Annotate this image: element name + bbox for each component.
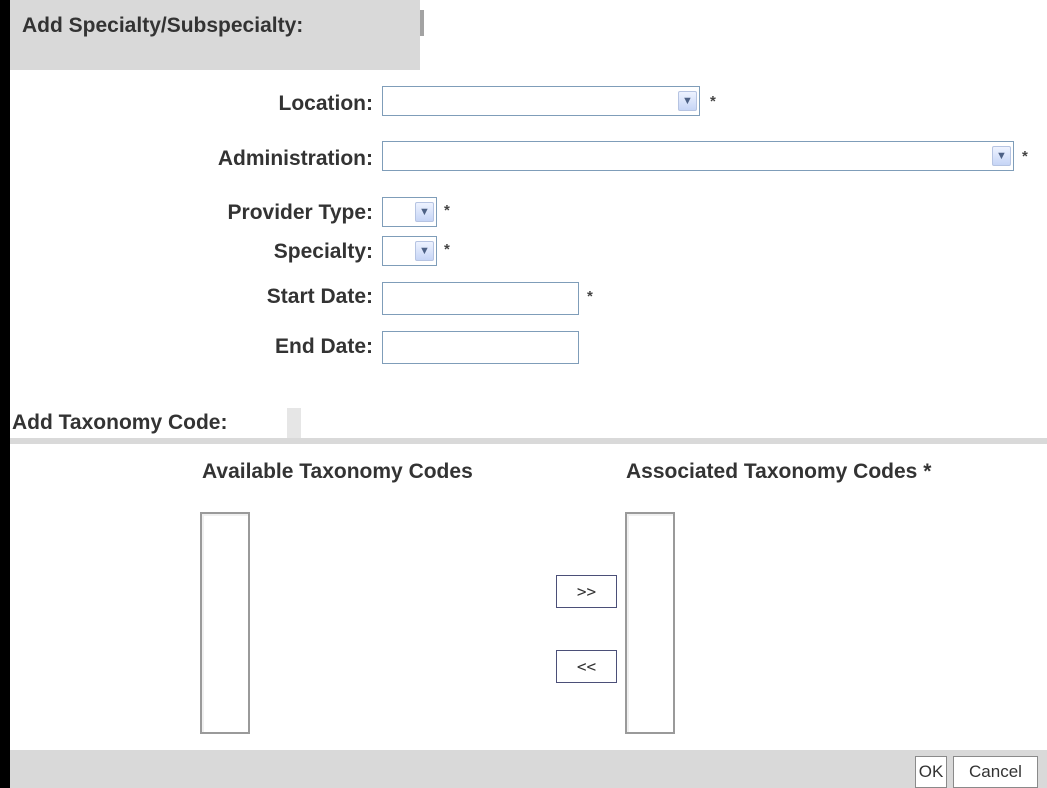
ok-button[interactable]: OK [915, 756, 947, 788]
end-date-field[interactable] [382, 331, 579, 364]
provider-type-required-marker: * [444, 202, 450, 219]
associated-codes-listbox[interactable] [625, 512, 675, 734]
location-required-marker: * [710, 93, 716, 110]
administration-label: Administration: [217, 147, 373, 170]
end-date-label: End Date: [274, 335, 373, 358]
start-date-field[interactable] [382, 282, 579, 315]
administration-required-marker: * [1022, 148, 1028, 165]
specialty-required-marker: * [444, 241, 450, 258]
section-header-specialty: Add Specialty/Subspecialty: [10, 0, 420, 70]
location-label: Location: [278, 92, 374, 115]
specialty-label: Specialty: [273, 240, 373, 263]
start-date-required-marker: * [587, 288, 593, 305]
administration-select[interactable]: ▼ [382, 141, 1014, 171]
available-codes-listbox[interactable] [200, 512, 250, 734]
section-title-specialty: Add Specialty/Subspecialty: [22, 14, 304, 37]
provider-type-label: Provider Type: [227, 201, 373, 224]
taxonomy-header-divider [287, 408, 301, 438]
header-divider [420, 10, 424, 36]
section-title-taxonomy: Add Taxonomy Code: [12, 411, 228, 434]
chevron-down-icon[interactable]: ▼ [992, 146, 1011, 166]
cancel-button[interactable]: Cancel [953, 756, 1038, 788]
start-date-label: Start Date: [266, 285, 373, 308]
available-codes-heading: Available Taxonomy Codes [202, 460, 473, 483]
footer-bar [10, 750, 1047, 788]
remove-code-button[interactable]: << [556, 650, 617, 683]
chevron-down-icon[interactable]: ▼ [678, 91, 697, 111]
taxonomy-header-bar [10, 438, 1047, 444]
chevron-down-icon[interactable]: ▼ [415, 202, 434, 222]
associated-codes-heading: Associated Taxonomy Codes * [626, 460, 932, 483]
provider-type-select[interactable]: ▼ [382, 197, 437, 227]
location-select[interactable]: ▼ [382, 86, 700, 116]
specialty-select[interactable]: ▼ [382, 236, 437, 266]
window-left-border [0, 0, 10, 788]
chevron-down-icon[interactable]: ▼ [415, 241, 434, 261]
add-code-button[interactable]: >> [556, 575, 617, 608]
